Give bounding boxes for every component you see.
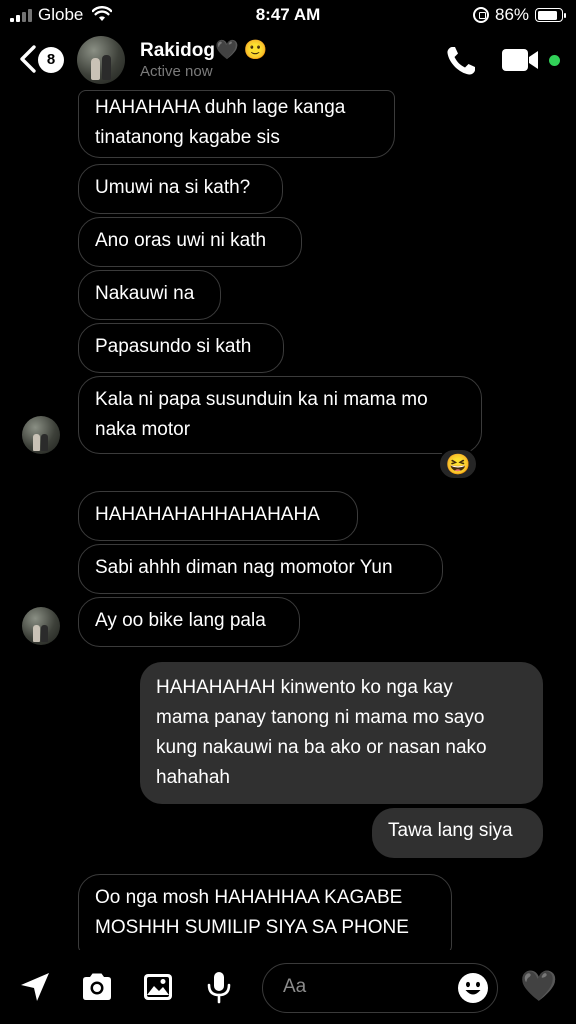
gallery-icon[interactable]: [140, 969, 176, 1005]
message-text: Sabi ahhh diman nag momotor Yun: [95, 557, 393, 578]
message-composer: Aa 🖤: [0, 950, 576, 1024]
battery-icon: [535, 8, 566, 22]
message-text: HAHAHAHAH kinwento ko nga kay mama panay…: [156, 677, 487, 788]
online-indicator: [549, 55, 560, 66]
video-call-icon[interactable]: [500, 46, 542, 74]
message-input-placeholder: Aa: [283, 976, 307, 997]
message-text: Ay oo bike lang pala: [95, 610, 266, 631]
clock: 8:47 AM: [255, 5, 321, 24]
message-input[interactable]: Aa: [262, 963, 498, 1013]
message-text: Umuwi na si kath?: [95, 177, 251, 198]
message-bubble-received[interactable]: Oo nga mosh HAHAHHAA KAGABE MOSHHH SUMIL…: [78, 874, 452, 954]
message-bubble-received[interactable]: Nakauwi na: [78, 270, 221, 320]
message-text: Nakauwi na: [95, 283, 195, 304]
message-bubble-received[interactable]: Sabi ahhh diman nag momotor Yun: [78, 544, 443, 594]
sender-avatar[interactable]: [22, 416, 60, 454]
camera-icon[interactable]: [79, 969, 115, 1005]
message-bubble-received[interactable]: HAHAHAHAHHAHAHAHA: [78, 491, 358, 541]
active-status: Active now: [140, 63, 213, 80]
back-button[interactable]: 8: [14, 42, 66, 78]
message-bubble-sent[interactable]: Tawa lang siya: [372, 808, 543, 858]
emoji-icon[interactable]: [457, 972, 489, 1004]
message-bubble-received[interactable]: HAHAHAHA duhh lage kanga tinatanong kaga…: [78, 90, 395, 158]
phone-call-icon[interactable]: [444, 44, 478, 78]
contact-name[interactable]: Rakidog🖤 🙂: [140, 38, 268, 62]
battery-level: [537, 10, 558, 20]
battery-percentage: 86%: [495, 5, 530, 24]
microphone-icon[interactable]: [201, 969, 237, 1005]
message-bubble-received[interactable]: Umuwi na si kath?: [78, 164, 283, 214]
message-bubble-received[interactable]: Kala ni papa susunduin ka ni mama mo nak…: [78, 376, 482, 454]
message-bubble-received[interactable]: Ano oras uwi ni kath: [78, 217, 302, 267]
chevron-left-icon: [20, 45, 36, 73]
message-bubble-received[interactable]: Ay oo bike lang pala: [78, 597, 300, 647]
status-bar: Globe 8:47 AM 86%: [0, 0, 576, 30]
chat-header: 8 Rakidog🖤 🙂 Active now: [0, 30, 576, 90]
sender-avatar[interactable]: [22, 607, 60, 645]
rotation-lock-icon: [473, 7, 489, 23]
message-bubble-sent[interactable]: HAHAHAHAH kinwento ko nga kay mama panay…: [140, 662, 543, 804]
message-text: Kala ni papa susunduin ka ni mama mo nak…: [95, 389, 428, 440]
contact-avatar[interactable]: [77, 36, 125, 84]
message-text: HAHAHAHA duhh lage kanga tinatanong kaga…: [95, 97, 346, 148]
message-text: Oo nga mosh HAHAHHAA KAGABE MOSHHH SUMIL…: [95, 887, 409, 938]
message-text: Tawa lang siya: [388, 820, 513, 841]
message-text: Ano oras uwi ni kath: [95, 230, 267, 251]
location-arrow-icon[interactable]: [17, 969, 53, 1005]
message-text: HAHAHAHAHHAHAHAHA: [95, 504, 320, 525]
message-text: Papasundo si kath: [95, 336, 252, 357]
message-reaction[interactable]: 😆: [438, 448, 478, 480]
message-bubble-received[interactable]: Papasundo si kath: [78, 323, 284, 373]
unread-count-badge: 8: [38, 47, 64, 73]
heart-icon[interactable]: 🖤: [520, 969, 557, 1005]
laughing-emoji-icon: 😆: [445, 453, 471, 476]
